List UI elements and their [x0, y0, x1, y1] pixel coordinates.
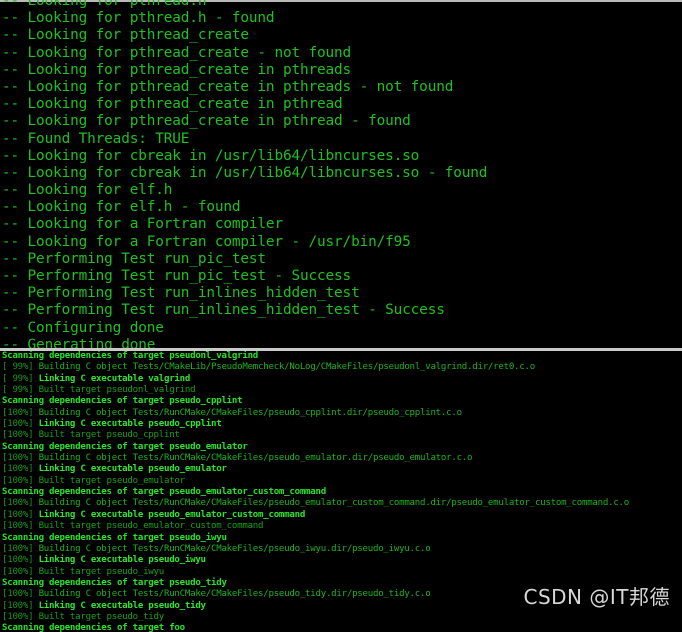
build-action-text: Linking C executable valgrind — [33, 373, 191, 384]
terminal-line: -- Looking for elf.h - found — [2, 199, 241, 216]
build-action-text: Built target pseudo_tidy — [33, 611, 165, 622]
terminal-line: -- Looking for elf.h — [2, 182, 173, 199]
terminal-line: -- Found Threads: TRUE — [2, 130, 190, 147]
terminal-line: -- Looking for pthread_create - not foun… — [2, 44, 352, 61]
terminal-line: -- Performing Test run_inlines_hidden_te… — [2, 302, 445, 319]
build-action-text: Linking C executable pseudo_emulator — [33, 464, 227, 475]
terminal-line: -- Performing Test run_inlines_hidden_te… — [2, 285, 360, 302]
build-action-text: Building C object Tests/RunCMake/CMakeFi… — [33, 589, 431, 600]
terminal-line: -- Looking for pthread_create in pthread — [2, 96, 343, 113]
build-log-line: [100%] Built target pseudo_tidy — [0, 612, 682, 623]
terminal-line: -- Performing Test run_pic_test - Succes… — [2, 268, 352, 284]
build-action-text: Building C object Tests/RunCMake/CMakeFi… — [33, 543, 431, 554]
terminal-line: -- Generating done — [2, 336, 156, 348]
cmake-bootstrap-terminal-pane[interactable]: -- Looking for pthread.h -- Looking for p… — [0, 0, 682, 348]
build-log-line: Scanning dependencies of target pseudonl… — [2, 351, 259, 361]
build-action-text: Built target pseudo_emulator_custom_comm… — [33, 521, 264, 532]
terminal-line: -- Looking for pthread.h — [2, 0, 207, 9]
build-log-line: [ 99%] Linking C executable valgrind — [0, 374, 682, 385]
build-progress-percent: [100%] — [2, 566, 34, 577]
build-progress-percent: [100%] — [2, 611, 34, 622]
build-log-line: [100%] Linking C executable pseudo_iwyu — [0, 555, 682, 566]
build-progress-percent: [100%] — [2, 521, 34, 532]
build-log-line: [100%] Built target pseudo_emulator — [0, 476, 682, 487]
build-action-text: Linking C executable pseudo_iwyu — [33, 555, 206, 566]
terminal-screenshot: -- Looking for pthread.h -- Looking for p… — [0, 0, 682, 632]
build-log-line: [100%] Built target pseudo_iwyu — [0, 567, 682, 578]
build-progress-percent: [ 99%] — [2, 373, 34, 384]
build-progress-percent: [100%] — [2, 555, 34, 566]
build-progress-percent: [100%] — [2, 464, 34, 475]
build-log-line: Scanning dependencies of target pseudo_t… — [2, 577, 227, 588]
build-log-line: Scanning dependencies of target foo — [2, 623, 185, 632]
build-progress-percent: [100%] — [2, 475, 34, 486]
build-progress-percent: [100%] — [2, 600, 34, 611]
build-progress-percent: [100%] — [2, 498, 34, 509]
build-log-line: [100%] Built target pseudo_emulator_cust… — [0, 521, 682, 532]
terminal-line: -- Looking for pthread_create in pthread… — [2, 61, 352, 78]
build-log-line: [ 99%] Building C object Tests/CMakeLib/… — [0, 362, 682, 373]
build-action-text: Building C object Tests/CMakeLib/PseudoM… — [33, 362, 536, 373]
build-log-line: [100%] Building C object Tests/RunCMake/… — [0, 498, 682, 509]
build-action-text: Built target pseudo_emulator — [33, 475, 186, 486]
build-log-line: Scanning dependencies of target pseudo_i… — [2, 532, 227, 543]
terminal-line: -- Looking for pthread.h - found — [2, 10, 275, 27]
build-log-line: [100%] Linking C executable pseudo_cppli… — [0, 419, 682, 430]
build-action-text: Linking C executable pseudo_tidy — [33, 600, 206, 611]
build-log-line: [100%] Building C object Tests/RunCMake/… — [0, 589, 682, 600]
build-log-line: [100%] Linking C executable pseudo_emula… — [0, 510, 682, 521]
terminal-line: -- Looking for pthread_create in pthread… — [2, 113, 411, 130]
build-progress-percent: [100%] — [2, 419, 34, 430]
build-log-line: Scanning dependencies of target pseudo_e… — [2, 487, 326, 498]
terminal-line: -- Looking for a Fortran compiler - /usr… — [2, 233, 411, 250]
terminal-line: -- Looking for a Fortran compiler — [2, 216, 283, 233]
build-log-line: Scanning dependencies of target pseudo_e… — [2, 441, 248, 452]
build-action-text: Built target pseudo_iwyu — [33, 566, 165, 577]
build-action-text: Built target pseudo_cpplint — [33, 430, 180, 441]
build-log-line: [100%] Linking C executable pseudo_tidy — [0, 601, 682, 612]
terminal-line: -- Looking for pthread_create in pthread… — [2, 78, 454, 95]
build-progress-percent: [100%] — [2, 453, 34, 464]
build-progress-percent: [100%] — [2, 509, 34, 520]
build-log-line: [100%] Linking C executable pseudo_emula… — [0, 464, 682, 475]
gmake-build-output-lines: Scanning dependencies of target pseudonl… — [0, 351, 682, 632]
build-action-text: Built target pseudonl_valgrind — [33, 385, 196, 396]
build-action-text: Building C object Tests/RunCMake/CMakeFi… — [33, 498, 630, 509]
build-log-line: [100%] Built target pseudo_cpplint — [0, 430, 682, 441]
build-progress-percent: [100%] — [2, 543, 34, 554]
build-progress-percent: [100%] — [2, 407, 34, 418]
build-action-text: Building C object Tests/RunCMake/CMakeFi… — [33, 453, 473, 464]
build-log-line: [100%] Building C object Tests/RunCMake/… — [0, 453, 682, 464]
build-log-line: Scanning dependencies of target pseudo_c… — [2, 396, 243, 407]
gmake-build-terminal-pane[interactable]: Scanning dependencies of target pseudonl… — [0, 351, 682, 632]
terminal-line: -- Looking for cbreak in /usr/lib64/libn… — [2, 164, 488, 181]
build-progress-percent: [ 99%] — [2, 385, 34, 396]
build-progress-percent: [100%] — [2, 589, 34, 600]
build-action-text: Linking C executable pseudo_cpplint — [33, 419, 222, 430]
build-log-line: [ 99%] Built target pseudonl_valgrind — [0, 385, 682, 396]
terminal-line: -- Performing Test run_pic_test — [2, 250, 266, 267]
terminal-line: -- Looking for cbreak in /usr/lib64/libn… — [2, 147, 420, 164]
build-progress-percent: [100%] — [2, 430, 34, 441]
build-progress-percent: [ 99%] — [2, 362, 34, 373]
cmake-bootstrap-output-lines: -- Looking for pthread.h -- Looking for p… — [0, 0, 682, 348]
build-action-text: Building C object Tests/RunCMake/CMakeFi… — [33, 407, 462, 418]
build-action-text: Linking C executable pseudo_emulator_cus… — [33, 509, 306, 520]
build-log-line: [100%] Building C object Tests/RunCMake/… — [0, 408, 682, 419]
terminal-line: -- Configuring done — [2, 319, 164, 336]
terminal-line: -- Looking for pthread_create — [2, 27, 249, 44]
build-log-line: [100%] Building C object Tests/RunCMake/… — [0, 544, 682, 555]
